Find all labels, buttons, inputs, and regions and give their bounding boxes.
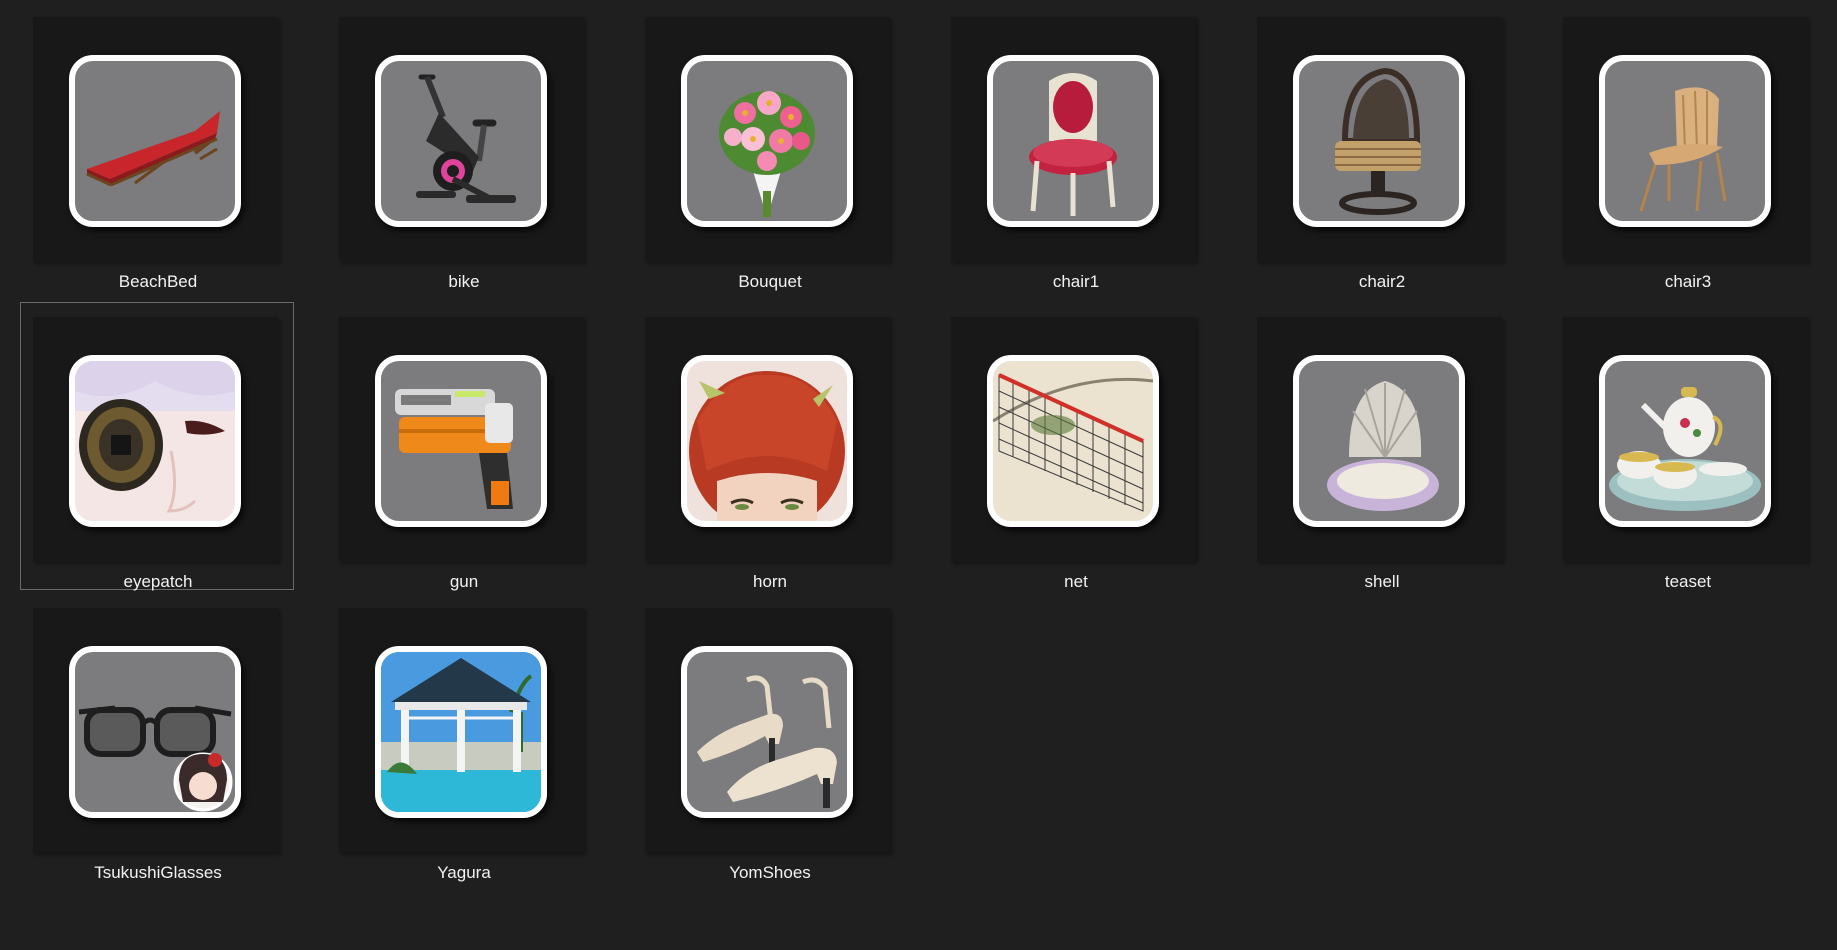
exercise-bike-icon xyxy=(416,74,516,203)
file-thumbnail xyxy=(1293,355,1465,527)
file-thumbnail xyxy=(375,355,547,527)
file-tile xyxy=(339,608,584,853)
file-thumbnail xyxy=(69,646,241,818)
file-item-bike[interactable]: bike xyxy=(326,2,600,291)
eyepatch-icon xyxy=(75,361,235,513)
file-thumbnail xyxy=(681,355,853,527)
file-name: TsukushiGlasses xyxy=(94,863,222,882)
red-cushion-chair-icon xyxy=(1029,73,1117,216)
file-thumbnail xyxy=(987,55,1159,227)
file-name: gun xyxy=(449,572,479,591)
file-item-bouquet[interactable]: Bouquet xyxy=(632,2,906,291)
file-item-net[interactable]: net xyxy=(938,302,1212,591)
file-tile xyxy=(33,17,278,262)
file-name: chair3 xyxy=(1664,272,1712,291)
rattan-swivel-chair-icon xyxy=(1335,67,1421,215)
file-tile xyxy=(645,317,890,562)
file-name: chair1 xyxy=(1052,272,1100,291)
file-item-eyepatch[interactable]: eyepatch xyxy=(20,302,294,591)
file-item-chair1[interactable]: chair1 xyxy=(938,2,1212,291)
file-thumbnail xyxy=(375,646,547,818)
file-thumbnail xyxy=(1599,55,1771,227)
file-tile xyxy=(645,608,890,853)
file-thumbnail xyxy=(681,55,853,227)
file-tile xyxy=(1257,17,1502,262)
file-name: chair2 xyxy=(1358,272,1406,291)
file-name: Bouquet xyxy=(738,272,802,291)
file-tile xyxy=(951,17,1196,262)
file-name: horn xyxy=(752,572,788,591)
file-item-beachbed[interactable]: BeachBed xyxy=(20,2,294,291)
flower-bouquet-icon xyxy=(719,91,815,217)
file-name: bike xyxy=(448,272,480,291)
file-tile xyxy=(645,17,890,262)
file-thumbnail xyxy=(681,646,853,818)
bamboo-chair-icon xyxy=(1639,87,1727,212)
file-thumbnail xyxy=(1293,55,1465,227)
high-heel-shoes-icon xyxy=(697,675,837,808)
file-item-gun[interactable]: gun xyxy=(326,302,600,591)
file-tile xyxy=(951,317,1196,562)
file-tile xyxy=(339,17,584,262)
file-name: YomShoes xyxy=(729,863,811,882)
gazebo-icon xyxy=(381,652,541,812)
file-tile xyxy=(339,317,584,562)
file-thumbnail xyxy=(69,355,241,527)
file-item-yomshoes[interactable]: YomShoes xyxy=(632,593,906,882)
file-item-chair2[interactable]: chair2 xyxy=(1244,2,1518,291)
file-tile xyxy=(1563,317,1808,562)
file-name: net xyxy=(1064,572,1088,591)
file-item-chair3[interactable]: chair3 xyxy=(1550,2,1824,291)
glasses-icon xyxy=(78,705,233,812)
file-tile xyxy=(1563,17,1808,262)
file-thumbnail xyxy=(69,55,241,227)
file-name: eyepatch xyxy=(123,572,193,591)
beach-volleyball-net-icon xyxy=(993,373,1153,512)
file-item-tsukushiglasses[interactable]: TsukushiGlasses xyxy=(20,593,294,882)
seashell-icon xyxy=(1327,381,1439,511)
file-name: shell xyxy=(1364,572,1400,591)
file-item-yagura[interactable]: Yagura xyxy=(326,593,600,882)
file-thumbnail xyxy=(375,55,547,227)
file-name: BeachBed xyxy=(118,272,198,291)
tea-set-icon xyxy=(1609,387,1761,511)
horned-hair-icon xyxy=(689,371,845,521)
file-name: Yagura xyxy=(437,863,491,882)
file-item-horn[interactable]: horn xyxy=(632,302,906,591)
file-name: teaset xyxy=(1664,572,1712,591)
beach-bed-icon xyxy=(86,111,220,187)
toy-gun-icon xyxy=(395,389,513,509)
file-grid: BeachBed bike Bouquet chair1 chair2 chai… xyxy=(0,0,1837,950)
file-tile xyxy=(33,608,278,853)
file-item-teaset[interactable]: teaset xyxy=(1550,302,1824,591)
file-tile xyxy=(33,317,278,562)
file-item-shell[interactable]: shell xyxy=(1244,302,1518,591)
file-thumbnail xyxy=(1599,355,1771,527)
file-tile xyxy=(1257,317,1502,562)
file-thumbnail xyxy=(987,355,1159,527)
